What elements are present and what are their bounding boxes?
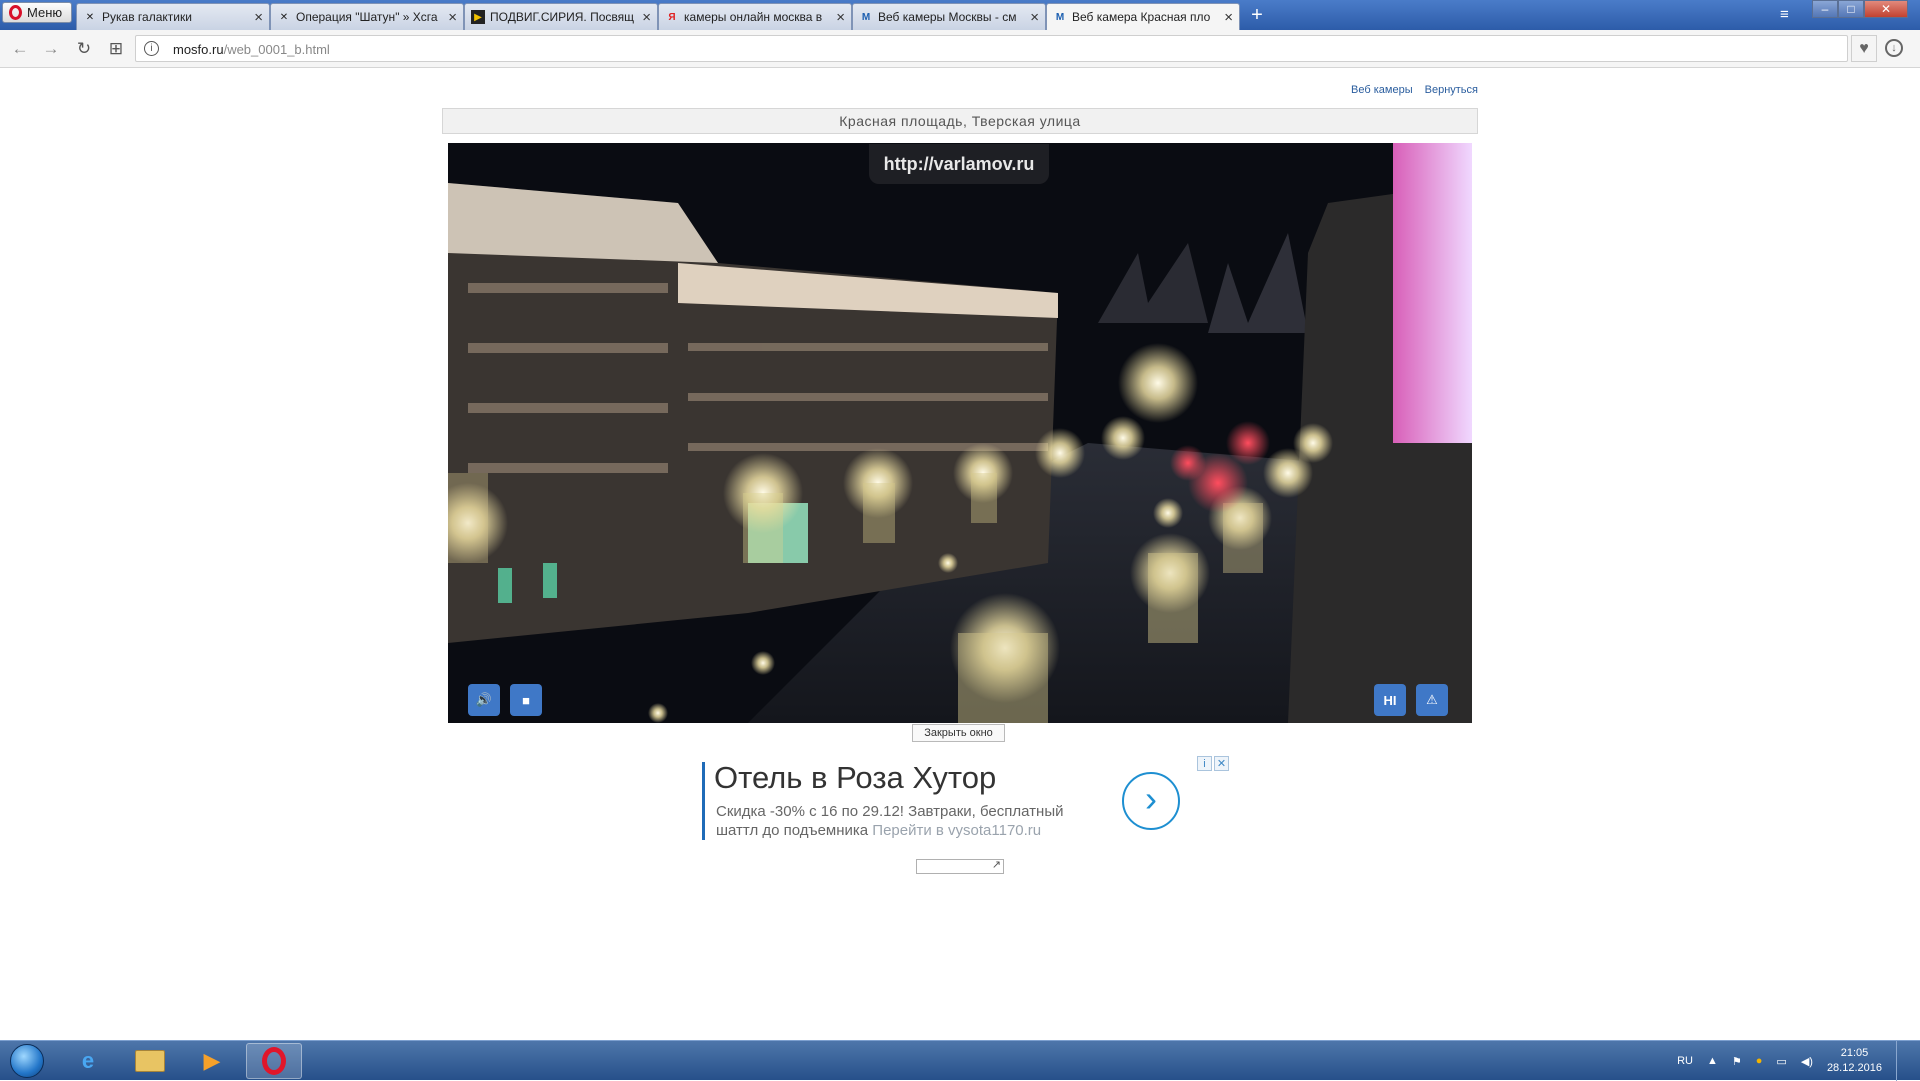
ad-controls: i ✕ [1197, 756, 1229, 771]
system-tray: RU ▲ ⚑ ● ▭ ◀) 21:05 28.12.2016 [1677, 1041, 1906, 1081]
resize-arrow-icon: ↗ [991, 859, 1001, 871]
warning-icon[interactable]: ⚠ [1416, 684, 1448, 716]
speed-dial-icon[interactable]: ⊞ [106, 39, 126, 59]
window-controls: – □ ✕ [1812, 0, 1908, 20]
close-window-button[interactable]: Закрыть окно [912, 724, 1005, 742]
m-icon: M [1055, 11, 1065, 23]
site-info-icon[interactable]: i [144, 41, 159, 56]
tab-operation-shatun[interactable]: ✕ Операция "Шатун" » Хсга × [270, 3, 464, 30]
advertisement-block[interactable]: Отель в Роза Хутор Скидка -30% с 16 по 2… [700, 756, 1230, 842]
tab-podvig-siria[interactable]: ▶ ПОДВИГ.СИРИЯ. Посвящ × [464, 3, 658, 30]
opera-taskbar-icon[interactable] [246, 1043, 302, 1079]
bookmark-heart-icon[interactable]: ♥ [1851, 35, 1877, 62]
media-player-icon[interactable]: ▶ [184, 1043, 240, 1079]
stop-icon[interactable]: ■ [510, 684, 542, 716]
new-tab-button[interactable]: + [1245, 3, 1269, 27]
close-window-icon[interactable]: ✕ [1864, 0, 1908, 18]
url-text: mosfo.ru/web_0001_b.html [173, 42, 330, 57]
alien-icon: ✕ [85, 11, 95, 23]
ad-body: Скидка -30% с 16 по 29.12! Завтраки, бес… [716, 803, 1064, 839]
tab-menu-icon[interactable]: ≡ [1780, 6, 1789, 23]
tab-title: ПОДВИГ.СИРИЯ. Посвящ [490, 10, 634, 24]
webcam-video-player[interactable]: http://varlamov.ru 🔊 ■ HI ⚠ [448, 143, 1472, 723]
ad-headline[interactable]: Отель в Роза Хутор [714, 760, 996, 796]
close-tab-icon[interactable]: × [836, 9, 845, 26]
file-explorer-icon[interactable] [122, 1043, 178, 1079]
resize-handle[interactable]: ↗ [916, 859, 1004, 874]
webcam-frame-image [448, 143, 1472, 723]
reload-icon[interactable]: ↻ [74, 39, 94, 59]
yandex-icon: Я [668, 11, 676, 23]
top-links: Веб камеры Вернуться [1351, 84, 1478, 96]
ad-info-icon[interactable]: i [1197, 756, 1212, 771]
internet-explorer-icon[interactable]: e [60, 1043, 116, 1079]
alien-icon: ✕ [279, 11, 289, 23]
volume-icon[interactable]: 🔊 [468, 684, 500, 716]
address-bar[interactable]: i mosfo.ru/web_0001_b.html [135, 35, 1848, 62]
close-tab-icon[interactable]: × [642, 9, 651, 26]
close-tab-icon[interactable]: × [1224, 9, 1233, 26]
windows-taskbar: e ▶ RU ▲ ⚑ ● ▭ ◀) 21:05 28.12.2016 [0, 1040, 1920, 1081]
tab-galaxy-arm[interactable]: ✕ Рукав галактики × [76, 3, 270, 30]
page-title: Красная площадь, Тверская улица [442, 108, 1478, 134]
tab-title: Рукав галактики [102, 10, 192, 24]
watermark-label: http://varlamov.ru [869, 144, 1049, 184]
chevron-right-icon[interactable]: › [1122, 772, 1180, 830]
download-icon[interactable]: ↓ [1885, 39, 1903, 57]
forward-icon[interactable]: → [41, 39, 61, 59]
minimize-icon[interactable]: – [1812, 0, 1838, 18]
close-tab-icon[interactable]: × [1030, 9, 1039, 26]
back-icon[interactable]: ← [10, 39, 30, 59]
clock[interactable]: 21:05 28.12.2016 [1827, 1046, 1882, 1076]
menu-label: Меню [27, 5, 63, 20]
tab-yandex-search[interactable]: Я камеры онлайн москва в × [658, 3, 852, 30]
ad-link[interactable]: Перейти в vysota1170.ru [872, 822, 1041, 839]
tab-moscow-webcams[interactable]: M Веб камеры Москвы - см × [852, 3, 1046, 30]
play-icon: ▶ [471, 10, 485, 24]
start-button[interactable] [4, 1042, 50, 1080]
tab-title: Веб камера Красная пло [1072, 10, 1211, 24]
address-toolbar: ← → ↻ ⊞ i mosfo.ru/web_0001_b.html ♥ ↓ [0, 30, 1920, 68]
back-link[interactable]: Вернуться [1425, 84, 1478, 96]
ad-accent-bar [702, 762, 705, 840]
tab-title: Веб камеры Москвы - см [878, 10, 1017, 24]
opera-logo-icon [9, 5, 22, 20]
language-indicator[interactable]: RU [1677, 1055, 1693, 1067]
tab-title: Операция "Шатун" » Хсга [296, 10, 438, 24]
maximize-icon[interactable]: □ [1838, 0, 1864, 18]
tab-title: камеры онлайн москва в [684, 10, 823, 24]
tray-app-icon[interactable]: ● [1756, 1055, 1763, 1067]
ad-close-icon[interactable]: ✕ [1214, 756, 1229, 771]
hd-button[interactable]: HI [1374, 684, 1406, 716]
opera-menu-button[interactable]: Меню [2, 2, 72, 23]
action-center-flag-icon[interactable]: ⚑ [1732, 1055, 1742, 1068]
close-tab-icon[interactable]: × [448, 9, 457, 26]
tab-red-square-cam[interactable]: M Веб камера Красная пло × [1046, 3, 1240, 30]
network-icon[interactable]: ▭ [1776, 1055, 1786, 1068]
tab-strip: Меню ✕ Рукав галактики × ✕ Операция "Шат… [0, 0, 1920, 30]
show-desktop-button[interactable] [1896, 1041, 1906, 1081]
volume-tray-icon[interactable]: ◀) [1801, 1055, 1813, 1068]
show-hidden-icons-icon[interactable]: ▲ [1707, 1055, 1718, 1067]
m-icon: M [861, 11, 871, 23]
windows-logo-icon [10, 1044, 44, 1078]
webcams-link[interactable]: Веб камеры [1351, 84, 1413, 96]
close-tab-icon[interactable]: × [254, 9, 263, 26]
